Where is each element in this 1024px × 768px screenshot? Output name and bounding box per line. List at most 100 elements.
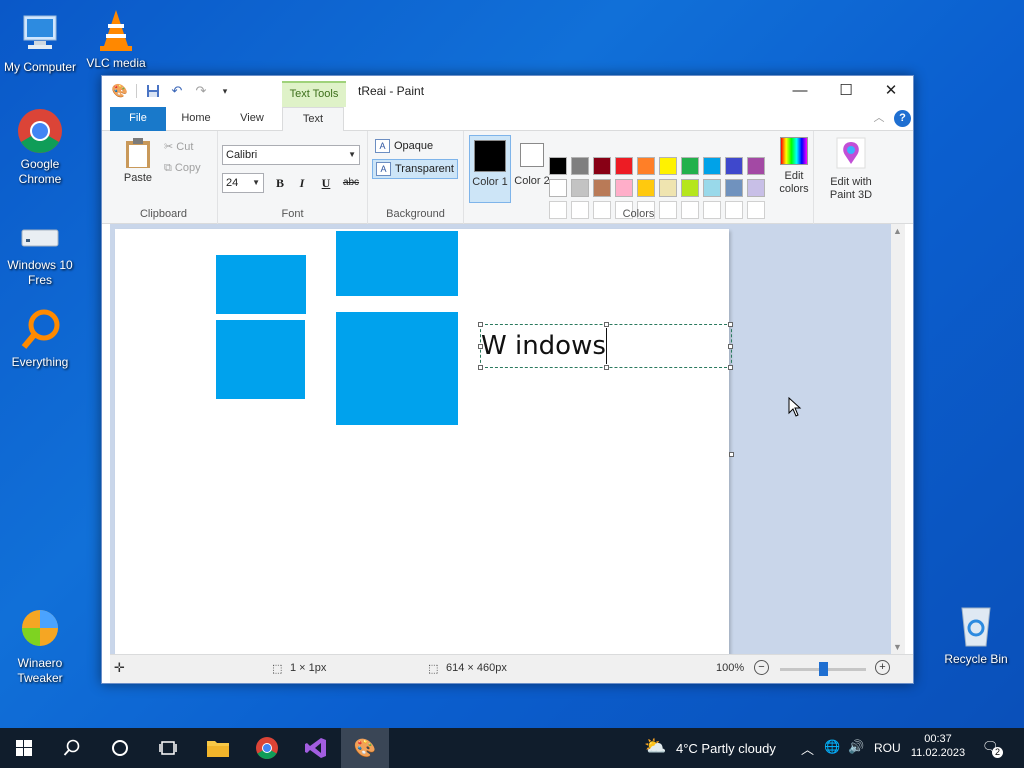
close-button[interactable]: ✕ [868, 76, 914, 107]
cut-button[interactable]: ✂ Cut [164, 140, 193, 153]
palette-color-swatch[interactable] [549, 157, 567, 175]
color2-button[interactable]: Color 2 [511, 135, 553, 203]
collapse-ribbon-icon[interactable]: ︿ [872, 107, 886, 131]
text-box[interactable]: W indows [478, 322, 733, 370]
desktop-icon-label: Google Chrome [18, 157, 62, 186]
desktop-icon-windows10[interactable]: Windows 10 Fres [0, 220, 80, 288]
palette-color-swatch[interactable] [725, 157, 743, 175]
quick-access-toolbar: 🎨 ↶ ↷ ▾ [112, 83, 233, 99]
palette-color-swatch[interactable] [593, 157, 611, 175]
volume-icon[interactable]: 🔊 [848, 739, 864, 768]
underline-button[interactable]: U [316, 174, 336, 192]
title-bar: 🎨 ↶ ↷ ▾ Text Tools tReai - Paint — ☐ ✕ [102, 76, 913, 107]
search-button[interactable] [48, 728, 96, 768]
network-icon[interactable]: 🌐 [824, 739, 840, 768]
strikethrough-button[interactable]: abc [338, 174, 364, 192]
desktop-icon-winaero[interactable]: Winaero Tweaker [0, 606, 80, 686]
color1-button[interactable]: Color 1 [469, 135, 511, 203]
palette-color-swatch[interactable] [703, 179, 721, 197]
palette-color-swatch[interactable] [703, 157, 721, 175]
palette-color-swatch[interactable] [571, 157, 589, 175]
palette-color-swatch[interactable] [747, 179, 765, 197]
tab-text[interactable]: Text [282, 107, 344, 132]
opaque-button[interactable]: A Opaque [372, 137, 458, 157]
window-title: tReai - Paint [358, 84, 425, 98]
notification-center-button[interactable]: 🗨 2 [982, 739, 1006, 768]
redo-icon[interactable]: ↷ [193, 83, 209, 99]
show-hidden-icons-button[interactable]: ︿ [801, 739, 814, 768]
paint-window: 🎨 ↶ ↷ ▾ Text Tools tReai - Paint — ☐ ✕ F… [101, 75, 914, 684]
palette-color-swatch[interactable] [637, 157, 655, 175]
taskbar-visual-studio[interactable] [292, 728, 340, 768]
task-view-button[interactable] [144, 728, 192, 768]
palette-color-swatch[interactable] [681, 157, 699, 175]
palette-color-swatch[interactable] [615, 179, 633, 197]
palette-color-swatch[interactable] [725, 179, 743, 197]
start-button[interactable] [0, 728, 48, 768]
copy-button[interactable]: ⧉ Copy [164, 162, 201, 175]
palette-color-swatch[interactable] [615, 157, 633, 175]
group-label-clipboard: Clipboard [139, 208, 188, 220]
taskbar-paint[interactable]: 🎨 [341, 728, 389, 768]
task-view-icon [159, 741, 177, 755]
resize-handle[interactable] [728, 344, 733, 349]
maximize-button[interactable]: ☐ [823, 76, 869, 107]
palette-color-swatch[interactable] [571, 179, 589, 197]
font-size-select[interactable]: 24 ▼ [222, 173, 264, 193]
font-family-select[interactable]: Calibri ▼ [222, 145, 360, 165]
resize-handle[interactable] [478, 322, 483, 327]
palette-color-swatch[interactable] [549, 179, 567, 197]
vertical-scrollbar[interactable]: ▲ ▼ [891, 224, 905, 654]
edit-colors-button[interactable]: Edit colors [774, 137, 814, 196]
zoom-in-button[interactable]: + [875, 660, 890, 675]
taskbar-file-explorer[interactable] [194, 728, 242, 768]
customize-qat-icon[interactable]: ▾ [217, 83, 233, 99]
drawing-canvas[interactable]: W indows [115, 229, 733, 654]
resize-handle[interactable] [604, 322, 609, 327]
zoom-slider[interactable] [780, 662, 866, 676]
palette-color-swatch[interactable] [593, 179, 611, 197]
palette-color-swatch[interactable] [659, 179, 677, 197]
scroll-up-icon[interactable]: ▲ [893, 226, 902, 236]
resize-handle[interactable] [478, 344, 483, 349]
transparent-button[interactable]: A Transparent [372, 159, 458, 179]
tab-view[interactable]: View [224, 107, 280, 131]
desktop-icon-recycle-bin[interactable]: Recycle Bin [936, 602, 1016, 667]
image-size: 614 × 460px [446, 662, 507, 674]
desktop-icon-label: Everything [11, 355, 69, 369]
input-language[interactable]: ROU [874, 741, 901, 768]
paint-app-icon[interactable]: 🎨 [112, 83, 128, 99]
clock[interactable]: 00:37 11.02.2023 [906, 728, 970, 768]
zoom-slider-thumb[interactable] [818, 662, 828, 676]
color1-label: Color 1 [472, 176, 508, 188]
taskbar-chrome[interactable] [243, 728, 291, 768]
zoom-out-button[interactable]: − [754, 660, 769, 675]
desktop-icon-vlc[interactable]: VLC media [76, 6, 156, 71]
desktop-icon-chrome[interactable]: Google Chrome [0, 107, 80, 187]
scroll-down-icon[interactable]: ▼ [893, 642, 902, 652]
italic-button[interactable]: I [292, 174, 312, 192]
help-button[interactable]: ? [894, 110, 911, 127]
palette-color-swatch[interactable] [747, 157, 765, 175]
desktop-icon-everything[interactable]: Everything [0, 305, 80, 370]
palette-color-swatch[interactable] [681, 179, 699, 197]
resize-handle[interactable] [728, 365, 733, 370]
notification-count: 2 [992, 747, 1003, 758]
tab-home[interactable]: Home [168, 107, 224, 131]
paste-button[interactable]: Paste [118, 137, 158, 184]
desktop-icon-my-computer[interactable]: My Computer [0, 10, 80, 75]
resize-handle[interactable] [604, 365, 609, 370]
chrome-icon [256, 737, 278, 759]
undo-icon[interactable]: ↶ [169, 83, 185, 99]
palette-color-swatch[interactable] [637, 179, 655, 197]
tab-file[interactable]: File [110, 107, 166, 131]
minimize-button[interactable]: — [777, 76, 823, 107]
resize-handle[interactable] [478, 365, 483, 370]
bold-button[interactable]: B [270, 174, 290, 192]
resize-handle[interactable] [728, 322, 733, 327]
save-icon[interactable] [145, 83, 161, 99]
edit-with-paint3d-button[interactable]: Edit with Paint 3D [820, 137, 882, 202]
cortana-button[interactable] [96, 728, 144, 768]
palette-color-swatch[interactable] [659, 157, 677, 175]
canvas-resize-handle[interactable] [729, 452, 734, 457]
